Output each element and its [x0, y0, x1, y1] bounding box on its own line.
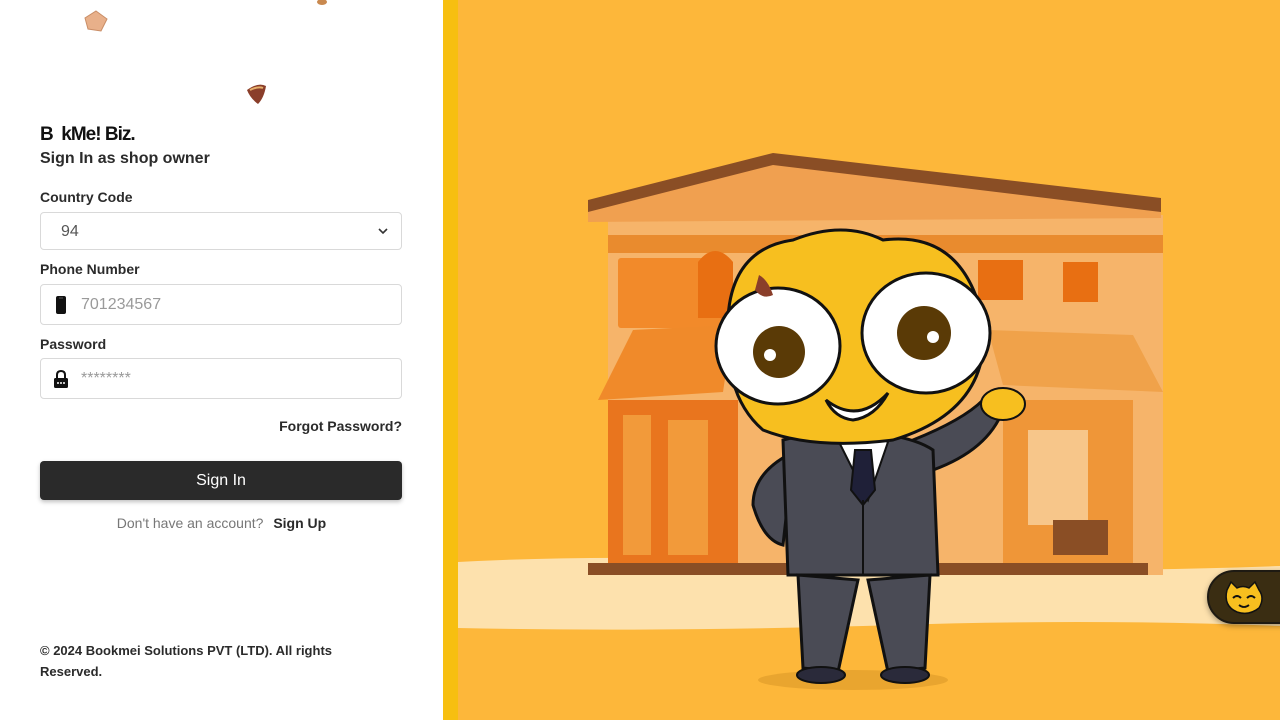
sign-in-panel: B kMe! Biz. Sign In as shop owner Countr… [0, 0, 443, 720]
phone-number-label: Phone Number [40, 261, 140, 277]
hero-illustration-panel [443, 0, 1280, 720]
floating-crumb-icon [317, 0, 327, 5]
country-code-value: 94 [61, 223, 79, 240]
password-placeholder: ******** [81, 370, 131, 387]
forgot-password-link[interactable]: Forgot Password? [279, 418, 402, 434]
brand-logo: B kMe! Biz. [40, 124, 136, 145]
floating-biscuit-icon [84, 10, 108, 32]
page-subtitle: Sign In as shop owner [40, 150, 210, 167]
floating-seed-icon [247, 84, 266, 104]
chevron-down-icon [378, 228, 388, 235]
sign-up-link[interactable]: Sign Up [273, 515, 326, 531]
no-account-text: Don't have an account? [116, 515, 264, 531]
sign-in-button[interactable]: Sign In [40, 461, 402, 500]
signup-prompt: Don't have an account? Sign Up [0, 515, 443, 531]
sign-in-page: B kMe! Biz. Sign In as shop owner Countr… [0, 0, 1280, 720]
padlock-icon [54, 369, 68, 388]
password-input[interactable]: ******** [40, 358, 402, 399]
phone-number-placeholder: 701234567 [81, 296, 162, 313]
mobile-phone-icon [56, 296, 66, 314]
phone-number-input[interactable]: 701234567 [40, 284, 402, 325]
password-label: Password [40, 336, 107, 352]
country-code-select[interactable]: 94 [40, 212, 402, 250]
country-code-label: Country Code [40, 189, 133, 205]
shop-mascot-illustration [458, 153, 1280, 690]
copyright-text: © 2024 Bookmei Solutions PVT (LTD). All … [40, 643, 332, 679]
mascot-chat-icon [1225, 580, 1263, 615]
chat-assistant-button[interactable] [1207, 570, 1280, 624]
